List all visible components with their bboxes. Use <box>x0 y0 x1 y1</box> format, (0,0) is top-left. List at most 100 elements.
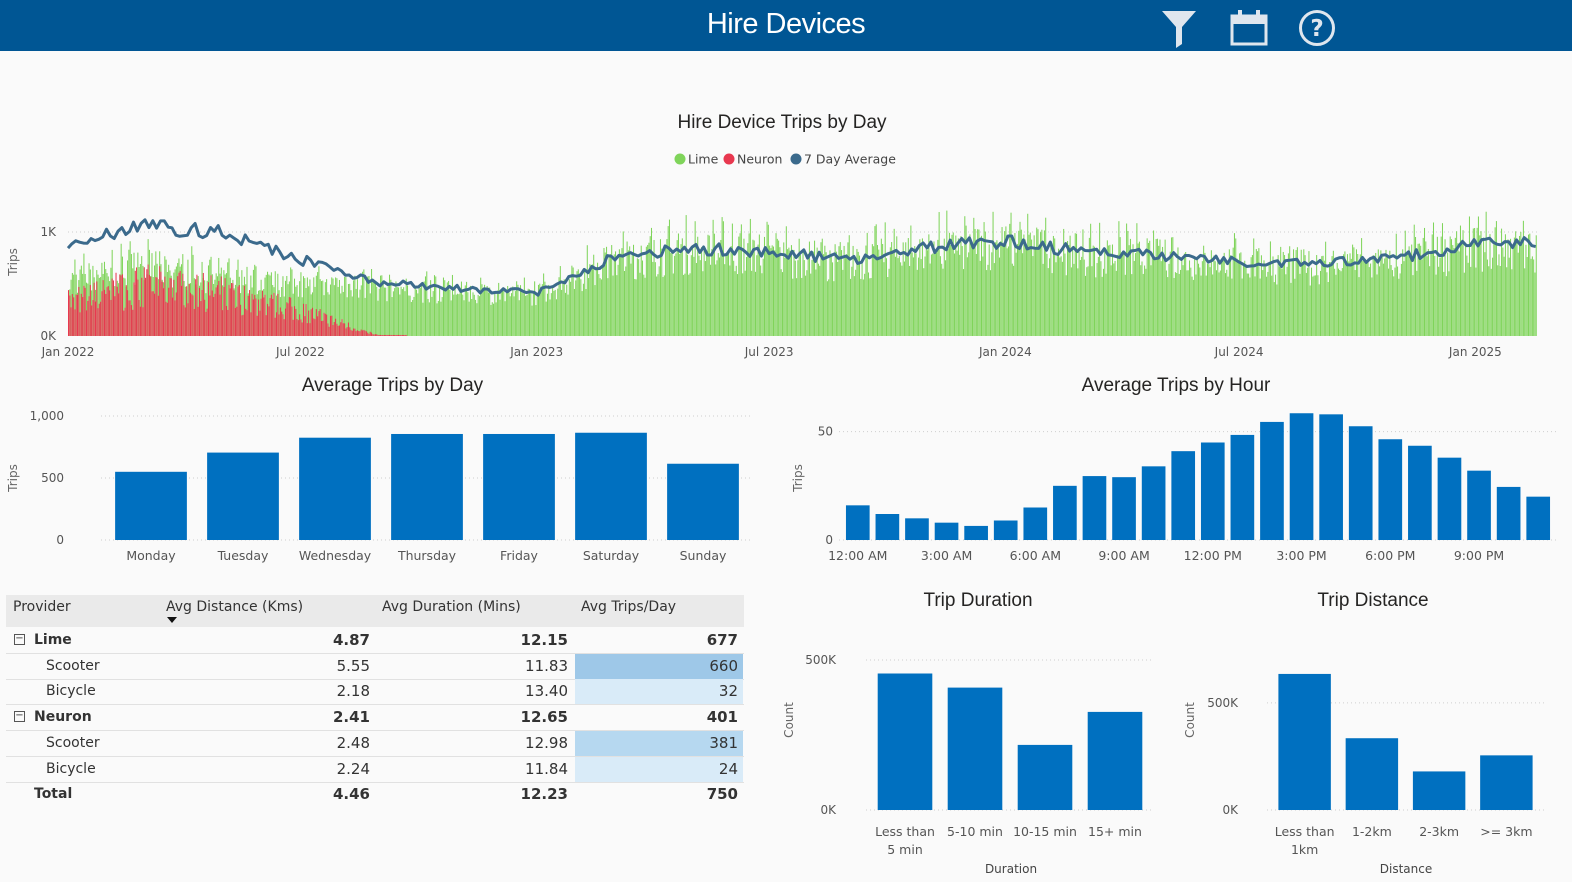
neuron-bar <box>294 306 296 336</box>
bar[interactable] <box>483 433 555 540</box>
bar[interactable] <box>1412 771 1466 810</box>
bar[interactable] <box>964 525 988 540</box>
lime-bar <box>1490 268 1492 336</box>
lime-bar <box>1056 255 1058 336</box>
bar[interactable] <box>1260 421 1284 540</box>
bar[interactable] <box>299 437 371 540</box>
bar[interactable] <box>1200 442 1225 541</box>
bar[interactable] <box>575 432 647 540</box>
bar[interactable] <box>1319 414 1343 540</box>
lime-bar <box>920 259 922 336</box>
table-row[interactable]: Scooter 5.55 11.83 660 <box>6 653 744 680</box>
neuron-bar <box>269 298 271 336</box>
bar[interactable] <box>1437 457 1462 540</box>
neuron-bar <box>89 284 91 336</box>
bar[interactable] <box>1053 485 1077 540</box>
provider-cell: Neuron <box>34 709 92 726</box>
bar[interactable] <box>667 463 739 540</box>
neuron-bar <box>394 334 396 336</box>
neuron-bar <box>150 276 152 336</box>
lime-bar <box>374 280 376 336</box>
bar[interactable] <box>1496 486 1521 540</box>
bar[interactable] <box>391 433 463 540</box>
bar[interactable] <box>1171 451 1196 540</box>
header-provider[interactable]: Provider <box>13 595 71 620</box>
bar[interactable] <box>1345 738 1399 810</box>
bar[interactable] <box>877 673 933 811</box>
neuron-bar <box>378 334 380 336</box>
filter-icon[interactable] <box>1160 8 1198 48</box>
header-avg-duration[interactable]: Avg Duration (Mins) <box>382 595 521 620</box>
lime-bar <box>703 250 705 336</box>
table-row[interactable]: − Lime 4.87 12.15 677 <box>6 628 744 654</box>
help-icon[interactable]: ? <box>1298 9 1336 47</box>
neuron-bar <box>132 309 134 336</box>
bar[interactable] <box>1467 470 1491 540</box>
avg-distance-cell: 4.46 <box>332 785 370 804</box>
bar[interactable] <box>1017 744 1073 810</box>
bar[interactable] <box>1408 445 1432 540</box>
bar[interactable] <box>1230 434 1255 540</box>
lime-bar <box>1535 235 1537 336</box>
bar[interactable] <box>1141 466 1166 540</box>
lime-bar <box>1151 254 1153 336</box>
provider-cell: Lime <box>34 632 72 648</box>
lime-bar <box>892 250 894 336</box>
table-row[interactable]: Scooter 2.48 12.98 381 <box>6 730 744 757</box>
bar[interactable] <box>1526 496 1551 540</box>
lime-bar <box>382 280 384 336</box>
header-avg-distance[interactable]: Avg Distance (Kms) <box>166 595 303 620</box>
bar[interactable] <box>1087 711 1143 810</box>
lime-bar <box>1488 266 1490 336</box>
bar[interactable] <box>1082 476 1107 540</box>
y-tick-label: 0 <box>825 533 833 547</box>
collapse-icon[interactable]: − <box>14 711 25 723</box>
neuron-bar <box>301 322 303 336</box>
bar[interactable] <box>1348 426 1373 540</box>
lime-bar <box>873 246 875 336</box>
neuron-bar <box>114 296 116 336</box>
table-row[interactable]: Total 4.46 12.23 750 <box>6 782 744 807</box>
legend-item[interactable]: 7 Day Average <box>790 152 897 167</box>
lime-bar <box>969 234 971 336</box>
bar[interactable] <box>905 518 929 540</box>
lime-bar <box>1120 252 1122 336</box>
bar[interactable] <box>947 687 1003 810</box>
bar[interactable] <box>1289 413 1314 540</box>
x-tick-label: 2-3km <box>1419 824 1459 839</box>
bar[interactable] <box>1378 439 1403 540</box>
header-avg-trips[interactable]: Avg Trips/Day <box>581 595 676 620</box>
lime-bar <box>638 259 640 336</box>
lime-bar <box>1281 268 1283 336</box>
lime-bar <box>625 266 627 336</box>
lime-bar <box>543 273 545 336</box>
neuron-bar <box>380 334 382 336</box>
table-row[interactable]: Bicycle 2.18 13.40 32 <box>6 679 744 706</box>
bar[interactable] <box>993 520 1018 541</box>
bar[interactable] <box>1112 477 1136 540</box>
calendar-icon[interactable] <box>1229 10 1269 46</box>
bar[interactable] <box>115 471 187 540</box>
bar[interactable] <box>207 452 279 540</box>
legend-item[interactable]: Lime <box>674 152 719 167</box>
bar[interactable] <box>875 514 900 540</box>
table-row[interactable]: Bicycle 2.24 11.84 24 <box>6 756 744 783</box>
legend-item[interactable]: Neuron <box>723 152 783 167</box>
lime-bar <box>1156 238 1158 336</box>
bar[interactable] <box>845 505 870 540</box>
table-row[interactable]: − Neuron 2.41 12.65 401 <box>6 705 744 732</box>
bar[interactable] <box>934 522 959 540</box>
collapse-icon[interactable]: − <box>14 634 25 645</box>
neuron-bar <box>170 278 172 336</box>
bar[interactable] <box>1023 507 1048 541</box>
lime-bar <box>959 254 961 336</box>
lime-bar <box>748 233 750 336</box>
neuron-bar <box>365 331 367 336</box>
x-tick-label: 3:00 PM <box>1276 548 1326 563</box>
neuron-bar <box>173 279 175 336</box>
lime-bar <box>1492 257 1494 336</box>
bar[interactable] <box>1278 673 1331 810</box>
neuron-bar <box>213 297 215 336</box>
bar[interactable] <box>1480 755 1533 810</box>
lime-bar <box>794 260 796 336</box>
